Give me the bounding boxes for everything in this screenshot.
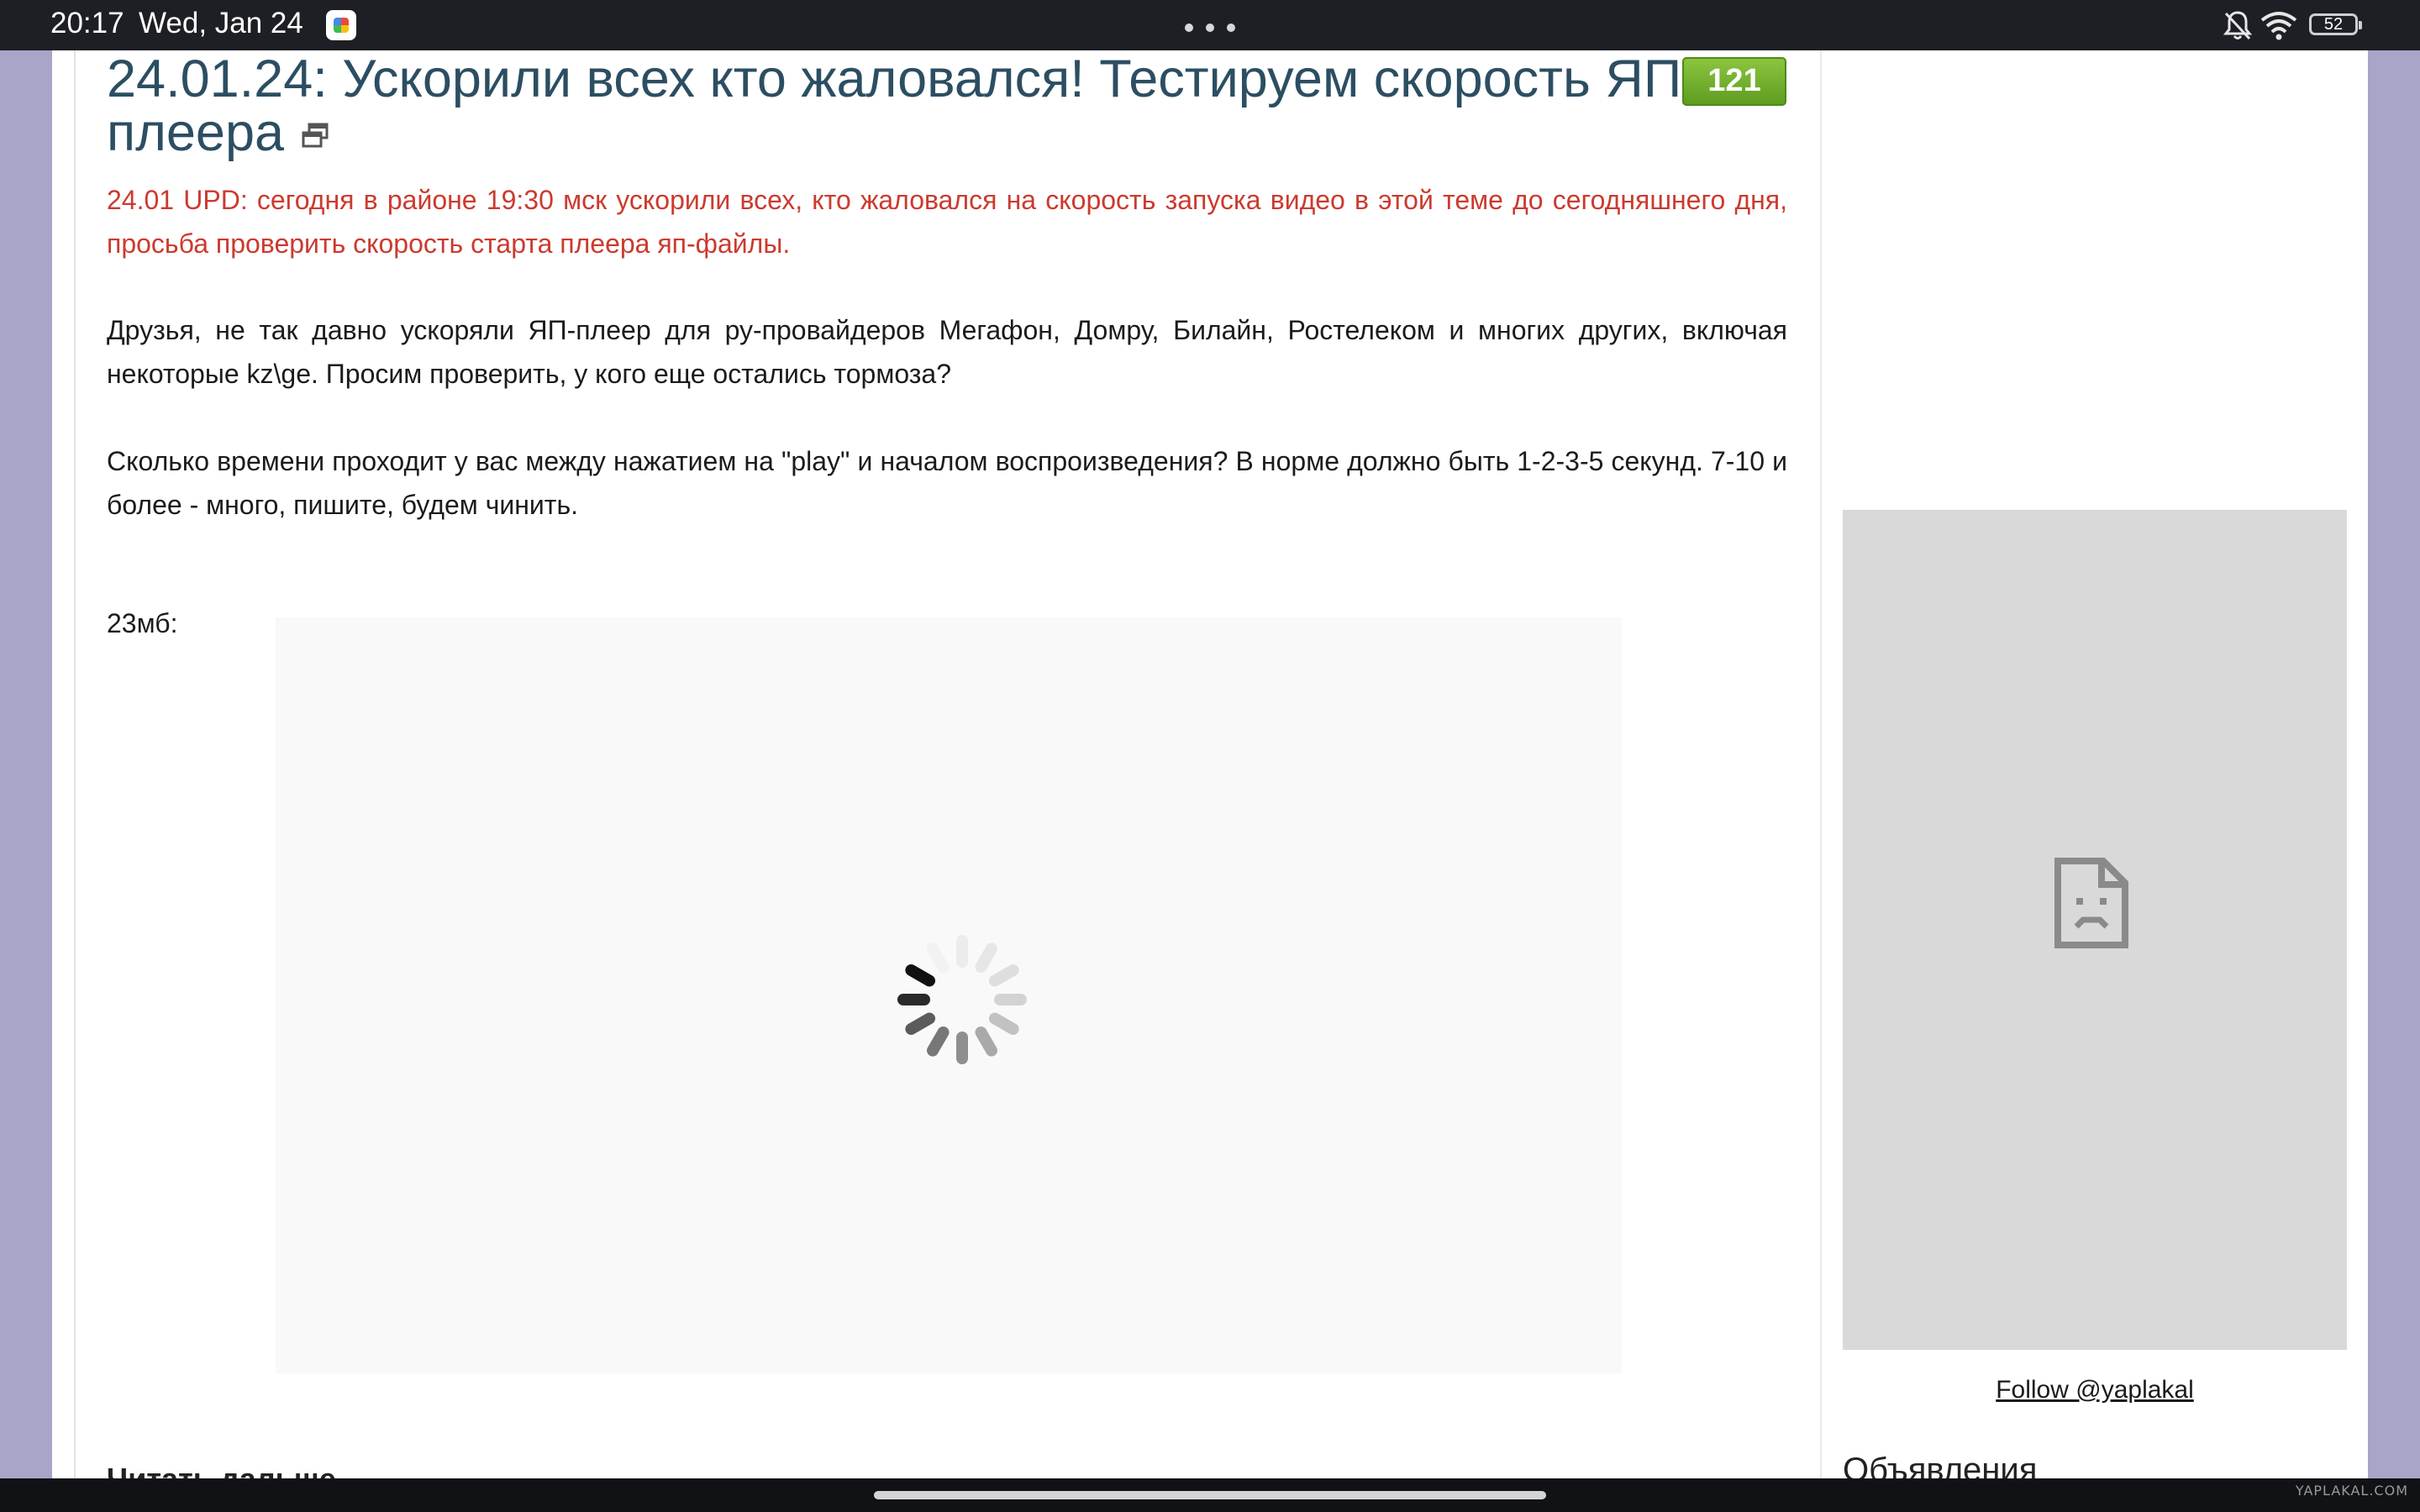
post-paragraph-1: Друзья, не так давно ускоряли ЯП-плеер д… bbox=[107, 315, 1787, 389]
post-title[interactable]: 24.01.24: Ускорили всех кто жаловался! Т… bbox=[107, 52, 1703, 160]
status-bar: 20:17 Wed, Jan 24 52 bbox=[0, 0, 2420, 50]
content-divider bbox=[74, 50, 76, 1478]
open-new-window-icon[interactable] bbox=[301, 122, 329, 150]
bell-muted-icon bbox=[2223, 11, 2253, 40]
multitask-dots-icon[interactable] bbox=[1185, 24, 1235, 32]
web-page: 24.01.24: Ускорили всех кто жаловался! Т… bbox=[52, 50, 2368, 1478]
video-player[interactable] bbox=[276, 617, 1622, 1373]
sidebar-divider bbox=[1820, 50, 1822, 1478]
read-more-link[interactable]: Читать дальше bbox=[107, 1462, 336, 1478]
post-title-text: 24.01.24: Ускорили всех кто жаловался! Т… bbox=[107, 50, 1700, 162]
comment-count-badge[interactable]: 121 bbox=[1682, 57, 1786, 106]
battery-icon: 52 bbox=[2309, 13, 2362, 35]
broken-image-icon bbox=[2054, 858, 2128, 948]
watermark: YAPLAKAL.COM bbox=[2295, 1483, 2408, 1499]
wifi-icon bbox=[2260, 12, 2297, 40]
ads-heading: Объявления bbox=[1843, 1452, 2038, 1478]
status-date: Wed, Jan 24 bbox=[139, 7, 303, 39]
app-notification-icon bbox=[326, 10, 356, 40]
status-time: 20:17 bbox=[50, 7, 124, 39]
home-indicator[interactable] bbox=[874, 1491, 1546, 1499]
ad-placeholder[interactable] bbox=[1843, 510, 2347, 1350]
navigation-bar: YAPLAKAL.COM bbox=[0, 1478, 2420, 1512]
loading-spinner-icon bbox=[897, 935, 1027, 1064]
post-paragraph-2: Сколько времени проходит у вас между наж… bbox=[107, 446, 1787, 520]
update-note: 24.01 UPD: сегодня в районе 19:30 мск ус… bbox=[107, 185, 1787, 259]
follow-twitter-link[interactable]: Follow @yaplakal bbox=[1843, 1376, 2347, 1404]
battery-level: 52 bbox=[2323, 15, 2344, 34]
video-size-label: 23мб: bbox=[107, 608, 178, 638]
